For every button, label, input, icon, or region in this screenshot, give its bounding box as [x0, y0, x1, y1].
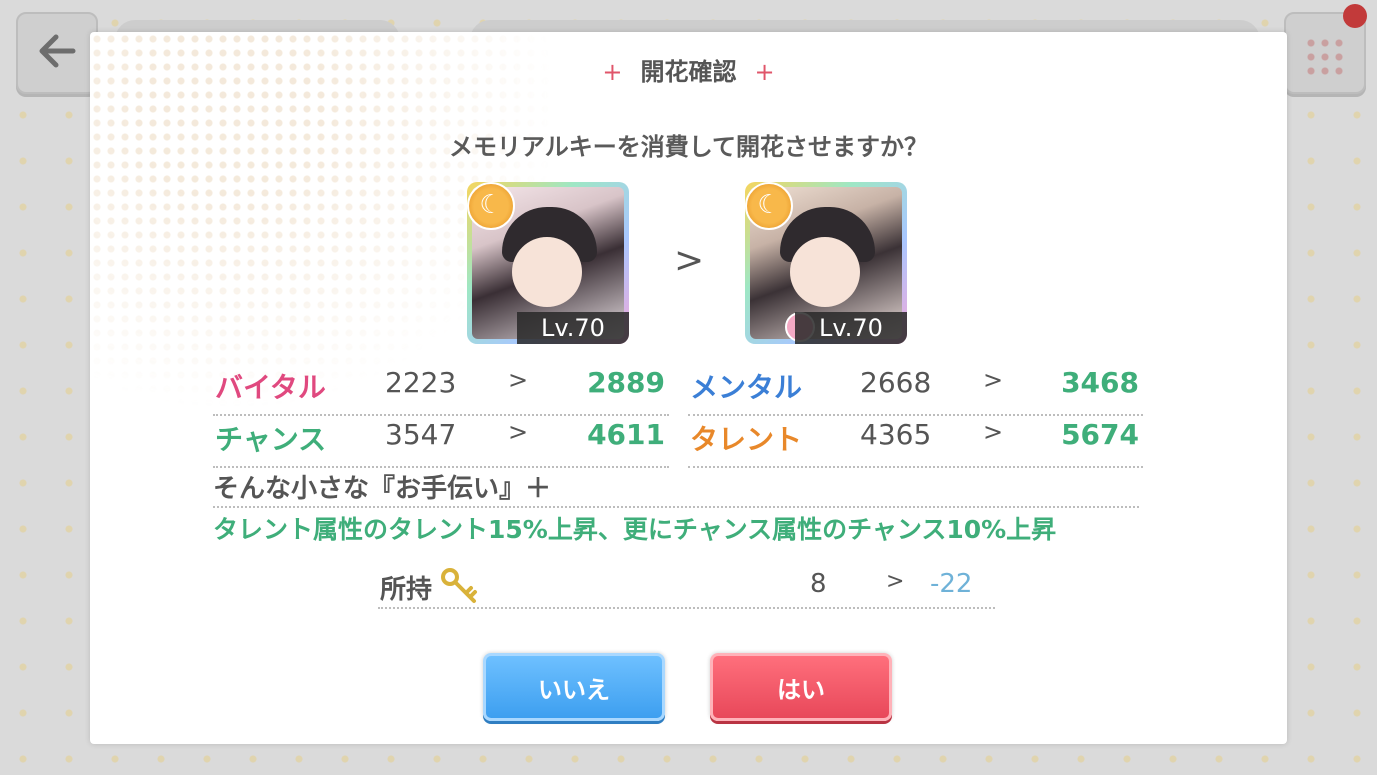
dialog-title-text: 開花確認 [640, 58, 737, 86]
stat-after: 3468 [1061, 366, 1139, 399]
stat-label: メンタル [690, 371, 803, 404]
stat-row-talent: タレント 4365 > 5674 [688, 416, 1143, 468]
grid-menu-icon [1304, 36, 1348, 76]
key-count-after: -22 [930, 569, 973, 599]
stat-after: 4611 [587, 418, 665, 451]
confirm-question: メモリアルキーを消費して開花させますか？ [448, 133, 929, 161]
dialog-title: + 開花確認 + [90, 52, 1287, 87]
back-button[interactable] [16, 12, 98, 94]
skill-description: タレント属性のタレント15%上昇、更にチャンス属性のチャンス10%上昇 [213, 515, 1057, 544]
stat-label: タレント [690, 423, 803, 456]
stat-after: 5674 [1061, 418, 1139, 451]
notification-badge [1343, 4, 1367, 28]
stat-label: チャンス [215, 423, 327, 456]
stat-row-mental: メンタル 2668 > 3468 [688, 364, 1143, 416]
card-level-before: Lv.70 [517, 312, 629, 344]
card-level-after: Lv.70 [795, 312, 907, 344]
card-before: ☾ Lv.70 [467, 182, 629, 344]
stat-before: 2668 [860, 366, 932, 399]
memorial-key-icon [440, 567, 480, 614]
title-plus-left: + [602, 58, 623, 86]
stat-arrow: > [983, 418, 1004, 446]
stat-row-chance: チャンス 3547 > 4611 [213, 416, 669, 468]
back-arrow-icon [39, 34, 76, 68]
stat-before: 3547 [385, 418, 457, 451]
stat-label: バイタル [215, 371, 326, 404]
skill-name: そんな小さな『お手伝い』＋ [213, 468, 1139, 508]
moon-attribute-icon: ☾ [745, 182, 793, 230]
card-transition-arrow: > [674, 240, 705, 281]
card-face [790, 237, 860, 307]
key-arrow: > [886, 569, 905, 594]
key-ownership-row: 所持 8 > -22 [378, 567, 995, 609]
stat-row-vital: バイタル 2223 > 2889 [213, 364, 669, 416]
moon-attribute-icon: ☾ [467, 182, 515, 230]
card-after: ☾ Lv.70 [745, 182, 907, 344]
stat-before: 2223 [385, 366, 457, 399]
stat-arrow: > [983, 366, 1004, 394]
stat-arrow: > [508, 366, 529, 394]
stat-after: 2889 [587, 366, 665, 399]
no-button[interactable]: いいえ [483, 653, 665, 721]
bloom-confirm-dialog: + 開花確認 + メモリアルキーを消費して開花させますか？ ☾ Lv.70 > ☾ … [90, 32, 1287, 744]
title-plus-right: + [754, 58, 775, 86]
stat-arrow: > [508, 418, 529, 446]
stat-before: 4365 [860, 418, 932, 451]
key-count-current: 8 [810, 569, 827, 599]
yes-button[interactable]: はい [710, 653, 892, 721]
ownership-label: 所持 [380, 575, 433, 605]
card-face [512, 237, 582, 307]
